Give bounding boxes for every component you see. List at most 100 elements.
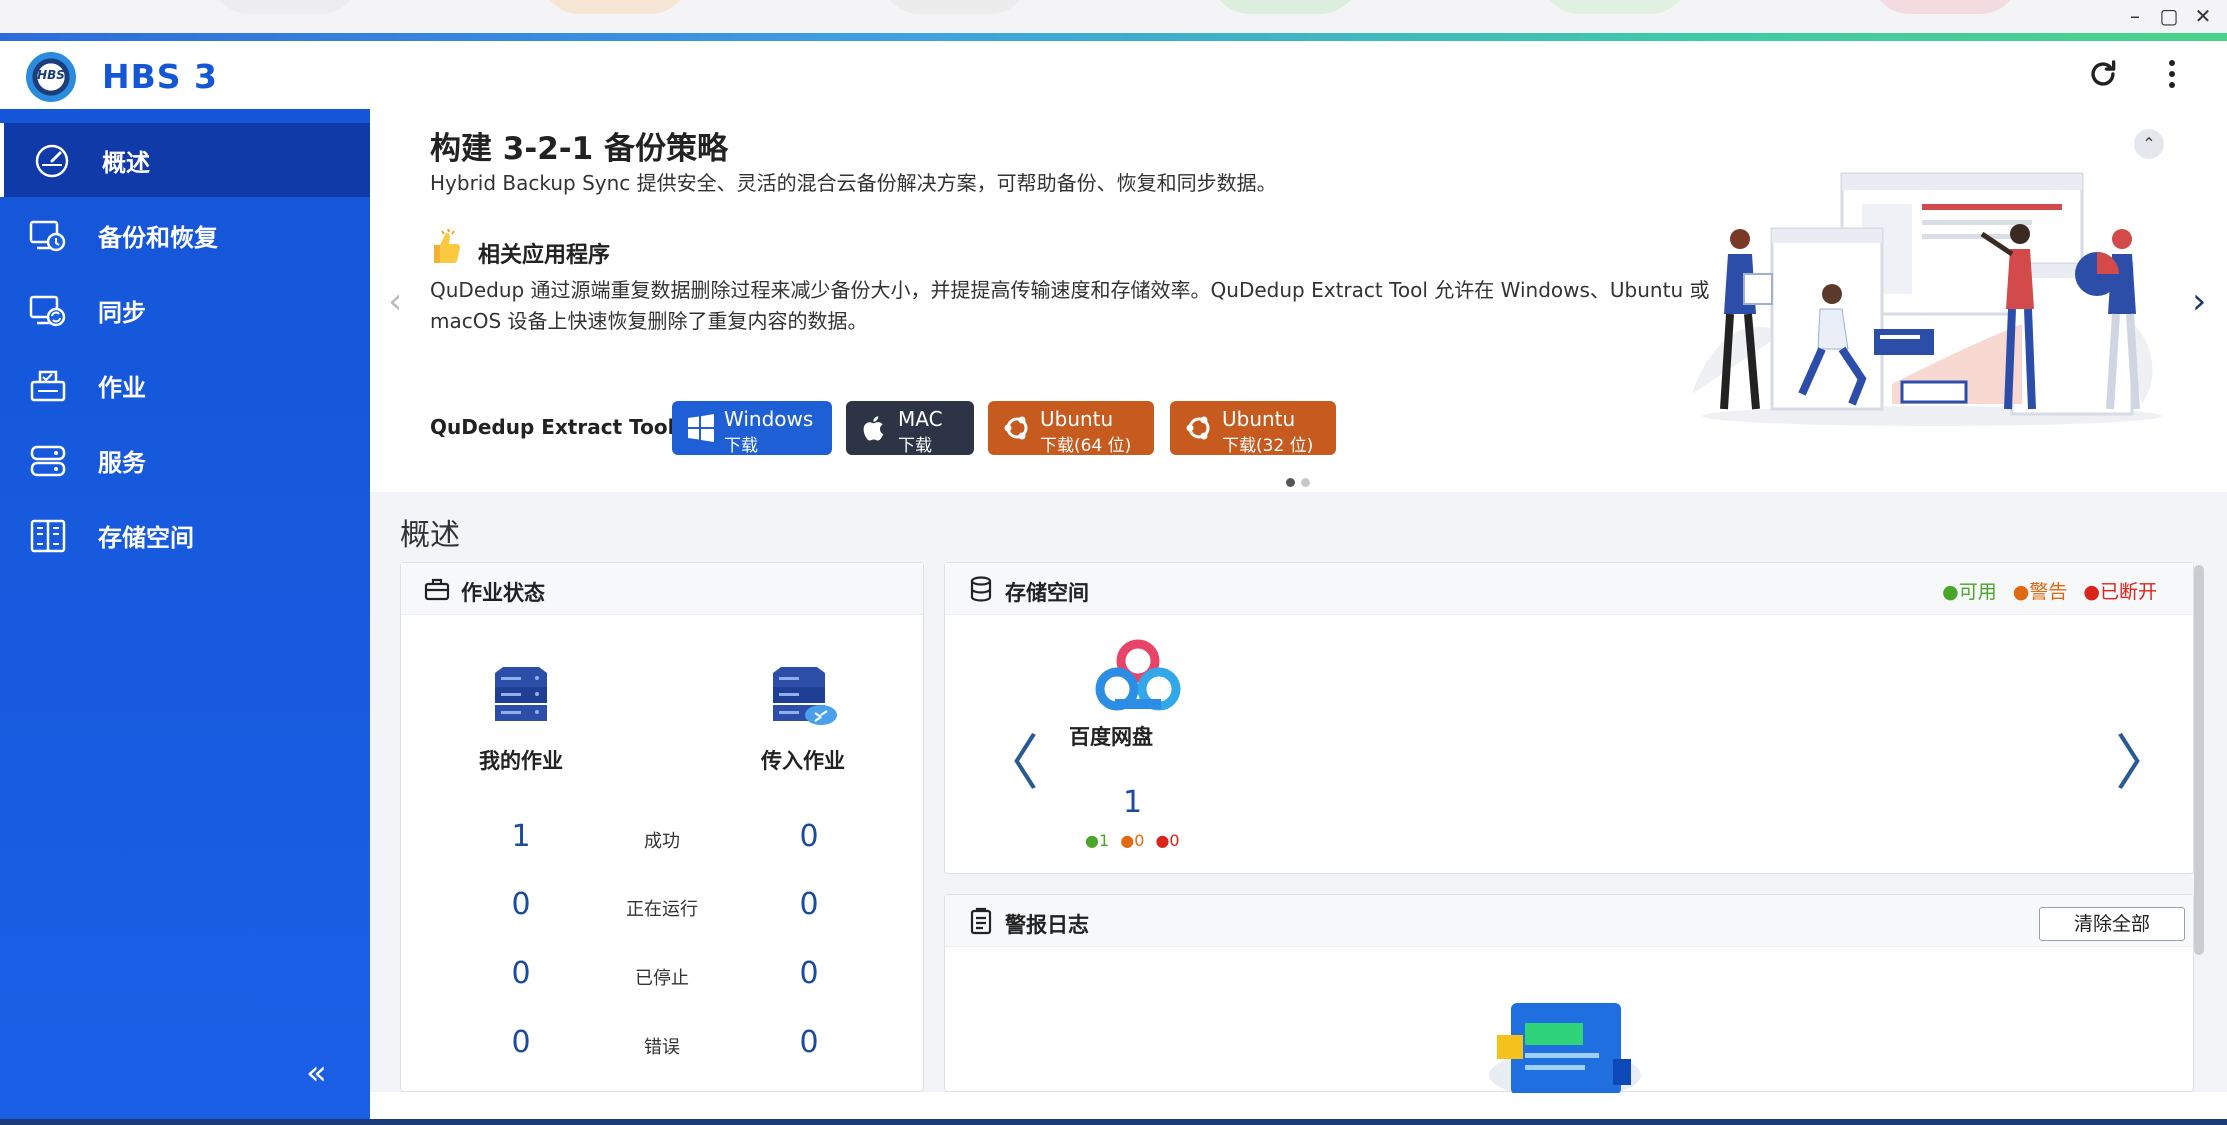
storage-space-title: 存储空间: [1005, 581, 1089, 605]
job-status-title: 作业状态: [461, 581, 545, 605]
app-titlebar: HBS HBS 3: [0, 41, 2227, 109]
promo-banner: ‹ 构建 3-2-1 备份策略 Hybrid Backup Sync 提供安全、…: [370, 109, 2227, 492]
minimize-button[interactable]: –: [2120, 4, 2150, 28]
download-sub-label: 下载(64 位): [1040, 436, 1132, 456]
banner-prev-button[interactable]: ‹: [388, 281, 402, 322]
app-title: HBS 3: [102, 57, 218, 96]
jobs-icon: [30, 370, 66, 402]
job-status-card: 作业状态 我的作业 传入作业 1 成功 0 0 正在运行 0 0 已停止 0 0…: [400, 562, 924, 1092]
empty-log-illustration: [1489, 1003, 1641, 1093]
download-sub-label: 下载: [898, 436, 932, 456]
storage-next-button[interactable]: 〉: [2115, 715, 2175, 802]
briefcase-icon: [424, 578, 450, 601]
download-ubuntu-32-button[interactable]: Ubuntu 下载(32 位): [1170, 401, 1336, 456]
storage-status-counts: ●1 ●0 ●0: [1085, 831, 1180, 850]
database-icon: [970, 576, 992, 602]
ubuntu-logo-icon: [1004, 416, 1028, 440]
close-button[interactable]: ✕: [2188, 4, 2218, 28]
my-jobs-stopped-count[interactable]: 0: [491, 956, 551, 991]
download-windows-button[interactable]: Windows 下载: [672, 401, 832, 456]
warning-count: ●0: [1120, 831, 1145, 850]
incoming-jobs-label: 传入作业: [761, 749, 845, 773]
available-count: ●1: [1085, 831, 1110, 850]
dashboard-gauge-icon: [35, 144, 69, 178]
disconnected-count: ●0: [1155, 831, 1180, 850]
services-icon: [30, 445, 66, 477]
hbs-logo-icon: HBS: [26, 52, 76, 102]
desktop-top-strip: – ▢ ✕: [0, 0, 2227, 33]
sidebar-item-storage[interactable]: 存储空间: [0, 498, 370, 572]
vertical-scrollbar[interactable]: [2194, 565, 2204, 955]
collapse-sidebar-button[interactable]: «: [306, 1053, 327, 1093]
maximize-button[interactable]: ▢: [2154, 4, 2184, 28]
storage-total-count[interactable]: 1: [1123, 785, 1142, 820]
sidebar-item-sync[interactable]: 同步: [0, 273, 370, 347]
sidebar-item-label: 备份和恢复: [98, 224, 218, 252]
incoming-stopped-count[interactable]: 0: [779, 956, 839, 991]
overview-section: 概述 作业状态 我的作业 传入作业 1 成功 0 0 正在运行 0 0 已停止 …: [370, 492, 2227, 1093]
carousel-pagination: [1286, 472, 1316, 491]
download-mac-button[interactable]: MAC 下载: [846, 401, 974, 456]
baidu-netdisk-icon[interactable]: [1093, 639, 1183, 715]
incoming-error-count[interactable]: 0: [779, 1025, 839, 1060]
collapse-banner-button[interactable]: ⌃: [2134, 129, 2164, 159]
error-label: 错误: [644, 1037, 680, 1058]
running-label: 正在运行: [626, 899, 698, 920]
desktop-icon-4: [1210, 0, 1360, 14]
alert-log-header: 警报日志 清除全部: [945, 895, 2193, 947]
sidebar-item-label: 同步: [98, 299, 146, 327]
download-ubuntu-64-button[interactable]: Ubuntu 下载(64 位): [988, 401, 1154, 456]
incoming-running-count[interactable]: 0: [779, 887, 839, 922]
baidu-netdisk-label[interactable]: 百度网盘: [1069, 721, 1153, 751]
ubuntu-logo-icon: [1186, 416, 1210, 440]
extract-tool-label: QuDedup Extract Tool:: [430, 415, 683, 439]
my-jobs-column[interactable]: 我的作业: [461, 663, 581, 775]
clipboard-list-icon: [970, 907, 992, 935]
stopped-label: 已停止: [635, 968, 689, 989]
my-jobs-label: 我的作业: [479, 749, 563, 773]
my-jobs-error-count[interactable]: 0: [491, 1025, 551, 1060]
backup-team-illustration: [1692, 172, 2162, 426]
logo-text: HBS: [37, 68, 65, 82]
desktop-icon-1: [210, 0, 360, 14]
desktop-icon-3: [880, 0, 1030, 14]
download-sub-label: 下载(32 位): [1222, 436, 1314, 456]
download-sub-label: 下载: [724, 436, 758, 456]
banner-description: QuDedup 通过源端重复数据删除过程来减少备份大小，并提提高传输速度和存储效…: [430, 278, 1710, 333]
server-cloud-icon: [773, 667, 837, 725]
desktop-icon-5: [1540, 0, 1690, 14]
sidebar-item-label: 作业: [98, 374, 146, 402]
thumbs-up-icon: [434, 229, 460, 263]
more-options-icon[interactable]: [2160, 57, 2184, 93]
banner-title: 构建 3-2-1 备份策略: [430, 131, 729, 167]
apple-logo-icon: [863, 416, 884, 441]
my-jobs-success-count[interactable]: 1: [491, 819, 551, 854]
windows-logo-icon: [688, 414, 714, 442]
incoming-success-count[interactable]: 0: [779, 819, 839, 854]
banner-next-button[interactable]: ›: [2192, 281, 2206, 322]
refresh-icon[interactable]: [2086, 57, 2120, 91]
sidebar-item-backup-restore[interactable]: 备份和恢复: [0, 198, 370, 272]
job-status-header: 作业状态: [401, 563, 923, 615]
clear-all-button[interactable]: 清除全部: [2039, 907, 2185, 941]
download-os-label: Windows: [724, 407, 814, 431]
sidebar-item-jobs[interactable]: 作业: [0, 348, 370, 422]
incoming-jobs-column[interactable]: 传入作业: [743, 663, 863, 775]
desktop-icon-6: [1870, 0, 2020, 14]
legend-available: ●可用: [1942, 581, 1997, 603]
legend-disconnected: ●已断开: [2083, 581, 2157, 603]
storage-prev-button[interactable]: 〈: [979, 715, 1039, 802]
sidebar-item-overview[interactable]: 概述: [0, 123, 370, 197]
download-os-label: Ubuntu: [1222, 407, 1296, 431]
storage-space-icon: [30, 519, 66, 553]
download-os-label: MAC: [898, 407, 943, 431]
alert-log-title: 警报日志: [1005, 913, 1089, 937]
desktop-icon-2: [540, 0, 690, 14]
backup-restore-icon: [29, 220, 66, 252]
overview-title: 概述: [400, 518, 460, 553]
carousel-dot[interactable]: [1301, 478, 1310, 487]
sidebar-item-services[interactable]: 服务: [0, 423, 370, 497]
carousel-dot-active[interactable]: [1286, 478, 1295, 487]
sync-icon: [29, 295, 66, 327]
my-jobs-running-count[interactable]: 0: [491, 887, 551, 922]
